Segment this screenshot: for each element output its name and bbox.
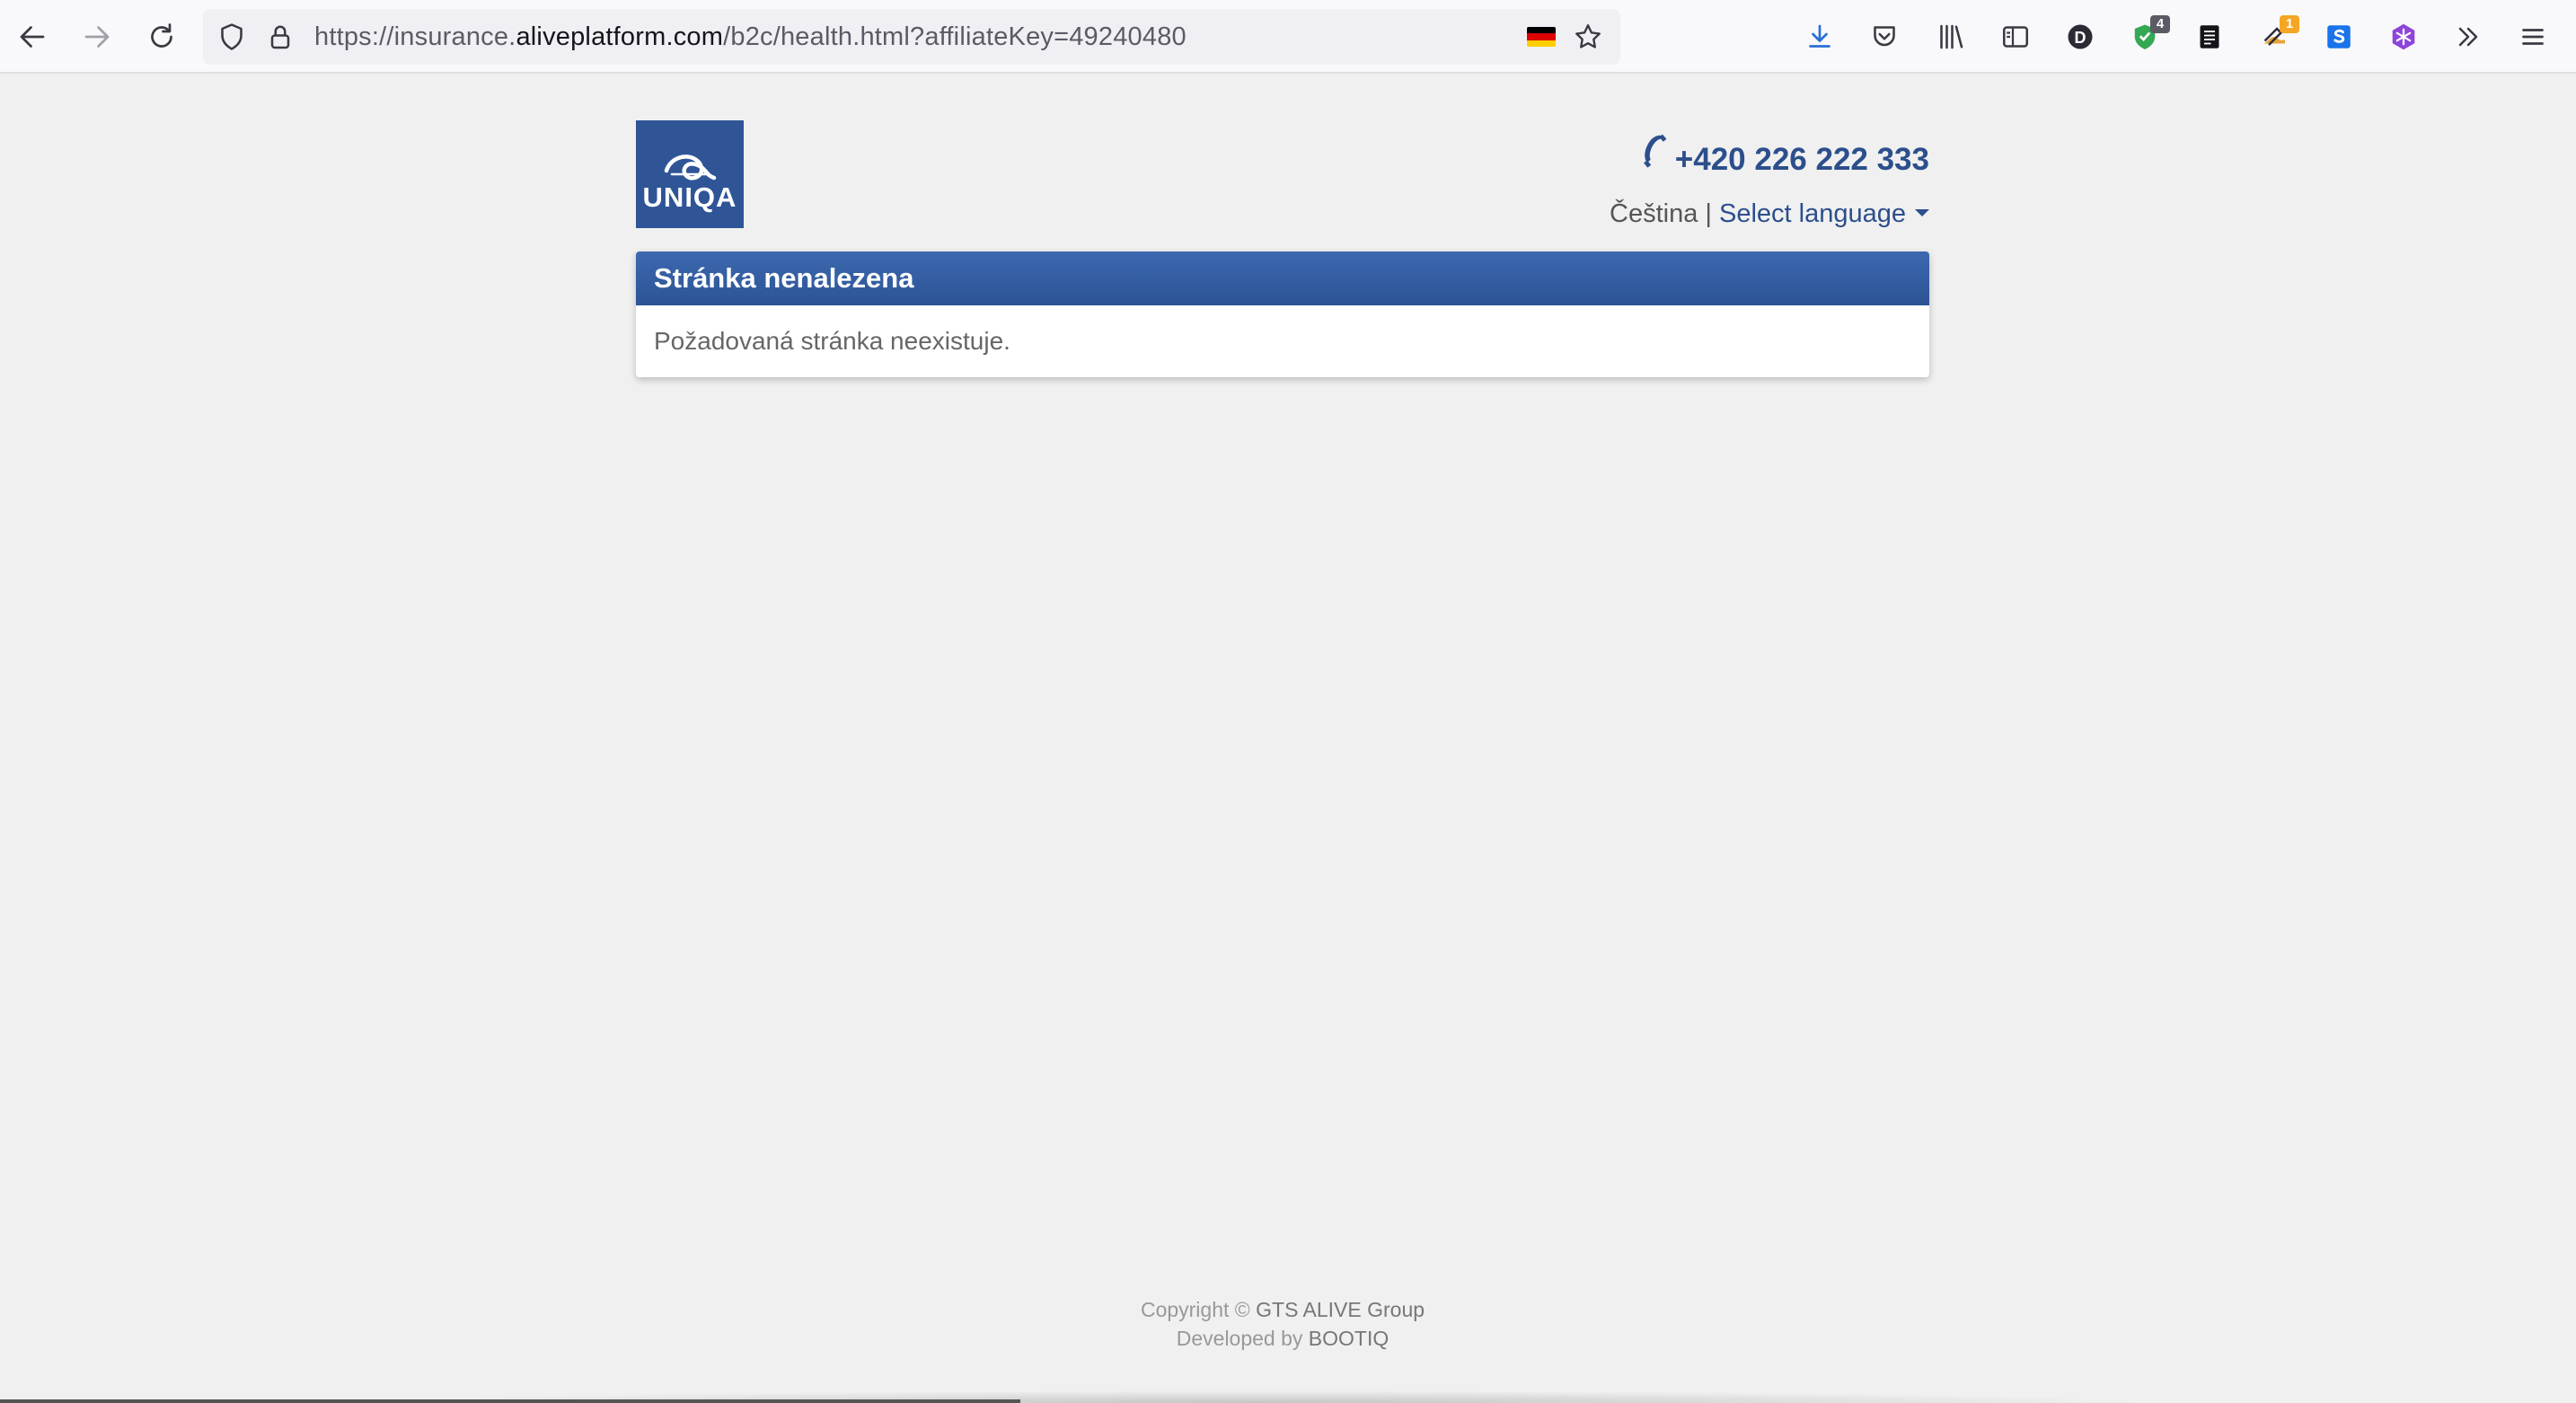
- url-bar[interactable]: https://insurance.aliveplatform.com/b2c/…: [203, 9, 1620, 65]
- horizontal-scrollbar[interactable]: [0, 1399, 1020, 1403]
- pocket-button[interactable]: [1859, 12, 1910, 62]
- phone-number: +420 226 222 333: [1674, 142, 1929, 177]
- browser-toolbar: https://insurance.aliveplatform.com/b2c/…: [0, 0, 2576, 74]
- developer-line: Developed by BOOTIQ: [0, 1324, 2565, 1353]
- menu-button[interactable]: [2508, 12, 2558, 62]
- reload-button[interactable]: [137, 12, 187, 62]
- url-prefix: https://insurance.: [314, 22, 516, 51]
- library-icon: [1940, 24, 1963, 49]
- panel-title: Stránka nenalezena: [636, 251, 1929, 305]
- phone-contact[interactable]: +420 226 222 333: [1630, 129, 1929, 178]
- s-extension-icon: [2327, 25, 2351, 49]
- account-button[interactable]: D: [2055, 12, 2105, 62]
- back-button[interactable]: [7, 12, 57, 62]
- url-text[interactable]: https://insurance.aliveplatform.com/b2c/…: [314, 9, 1187, 65]
- url-path: /b2c/health.html?affiliateKey=49240480: [723, 22, 1187, 51]
- developer-name: BOOTIQ: [1308, 1327, 1389, 1350]
- copyright-prefix: Copyright ©: [1140, 1298, 1257, 1321]
- select-language-label: Select language: [1719, 199, 1906, 228]
- ublock-button[interactable]: 4: [2120, 12, 2170, 62]
- flag-de-icon[interactable]: [1527, 27, 1556, 47]
- bookmark-star-icon[interactable]: [1572, 21, 1604, 53]
- overflow-icon: [2458, 27, 2478, 47]
- snowflake-extension-button[interactable]: [2378, 12, 2429, 62]
- caret-down-icon: [1915, 209, 1929, 217]
- current-language: Čeština: [1610, 199, 1698, 228]
- sidebar-icon: [2002, 26, 2029, 48]
- shield-badge: 4: [2150, 15, 2170, 33]
- download-icon: [1809, 24, 1831, 48]
- ext-badge: 1: [2280, 15, 2299, 33]
- downloads-button[interactable]: [1795, 12, 1845, 62]
- lock-icon[interactable]: [264, 21, 296, 53]
- error-panel: Stránka nenalezena Požadovaná stránka ne…: [636, 251, 1929, 377]
- svg-text:D: D: [2075, 29, 2086, 47]
- page-footer: Copyright © GTS ALIVE Group Developed by…: [0, 1295, 2565, 1353]
- logo-text: UNIQA: [642, 181, 737, 213]
- select-language-link[interactable]: Select language: [1719, 199, 1929, 228]
- forward-icon: [84, 26, 110, 48]
- notes-button[interactable]: [2184, 12, 2235, 62]
- pocket-icon: [1874, 26, 1895, 47]
- s-extension-button[interactable]: [2314, 12, 2364, 62]
- back-icon: [20, 26, 45, 48]
- uniqa-logo[interactable]: UNIQA: [636, 120, 744, 228]
- library-button[interactable]: [1926, 12, 1976, 62]
- notes-icon: [2200, 25, 2219, 49]
- sidebar-button[interactable]: [1990, 12, 2041, 62]
- page-content: UNIQA +420 226 222 333 Čeština | Select …: [0, 74, 2576, 1403]
- overflow-button[interactable]: [2443, 12, 2493, 62]
- snowflake-icon: [2392, 23, 2415, 50]
- menu-icon: [2522, 29, 2544, 45]
- language-selector: Čeština | Select language: [1610, 199, 1929, 229]
- phone-icon: [1643, 134, 1667, 168]
- reload-icon: [151, 23, 172, 48]
- account-icon: D: [2068, 24, 2093, 49]
- tracking-shield-icon[interactable]: [216, 21, 248, 53]
- copyright-owner: GTS ALIVE Group: [1256, 1298, 1425, 1321]
- url-domain: aliveplatform.com: [516, 22, 724, 51]
- extension-button[interactable]: 1: [2249, 12, 2299, 62]
- language-separator: |: [1705, 199, 1712, 228]
- panel-message: Požadovaná stránka neexistuje.: [654, 327, 1010, 355]
- forward-button[interactable]: [72, 12, 122, 62]
- developed-prefix: Developed by: [1176, 1327, 1309, 1350]
- copyright-line: Copyright © GTS ALIVE Group: [0, 1295, 2565, 1324]
